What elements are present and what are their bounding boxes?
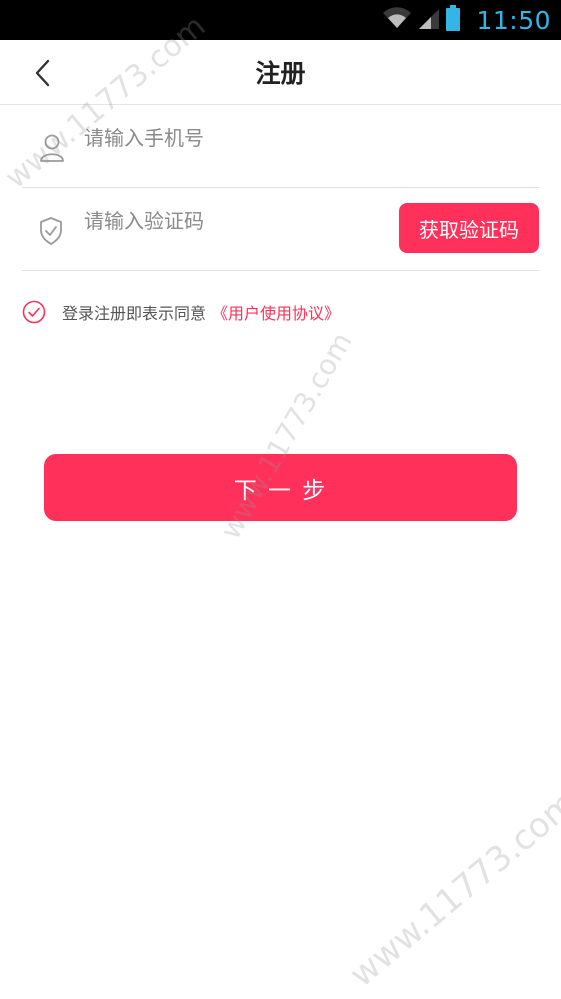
user-icon xyxy=(38,133,66,167)
agreement-link[interactable]: 《用户使用协议》 xyxy=(212,300,340,324)
shield-icon xyxy=(38,216,64,250)
header: 注册 xyxy=(0,40,561,105)
page-title: 注册 xyxy=(255,59,306,88)
wifi-icon xyxy=(382,6,412,34)
status-icons: 11:50 xyxy=(382,0,551,40)
status-bar: 11:50 xyxy=(0,0,561,40)
phone-row xyxy=(22,105,539,188)
battery-icon xyxy=(446,5,461,35)
agreement: 登录注册即表示同意 《用户使用协议》 xyxy=(22,300,340,324)
watermark: www.11773.com xyxy=(342,782,561,996)
phone-input[interactable] xyxy=(84,123,484,153)
signal-icon xyxy=(418,6,440,34)
code-row: 获取验证码 xyxy=(22,188,539,271)
code-input[interactable] xyxy=(84,206,384,236)
agree-checkbox[interactable] xyxy=(22,300,46,324)
status-time: 11:50 xyxy=(476,5,551,35)
check-circle-icon xyxy=(22,300,46,324)
next-button[interactable]: 下 一 步 xyxy=(44,454,517,521)
get-code-button[interactable]: 获取验证码 xyxy=(399,203,539,253)
agreement-text: 登录注册即表示同意 xyxy=(62,304,207,323)
